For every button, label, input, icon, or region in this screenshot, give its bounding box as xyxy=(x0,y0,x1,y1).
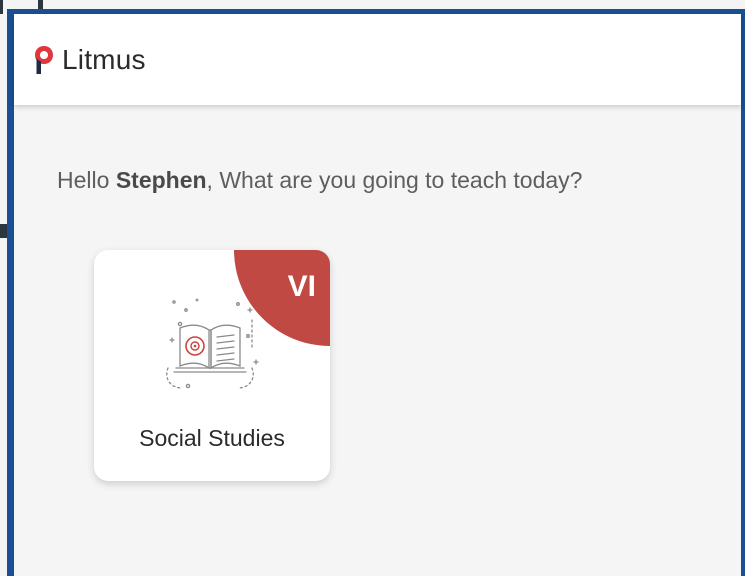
app-content: Litmus Hello Stephen, What are you going… xyxy=(14,14,741,576)
subject-card[interactable]: VI Social Studies xyxy=(94,250,330,481)
app-name: Litmus xyxy=(62,43,146,75)
litmus-logo-icon xyxy=(34,45,54,75)
window-border-left xyxy=(7,12,14,576)
top-header: Litmus xyxy=(14,14,741,105)
app-logo[interactable]: Litmus xyxy=(34,44,146,76)
window-border-right xyxy=(741,9,745,576)
grade-label: VI xyxy=(287,270,316,303)
user-name: Stephen xyxy=(115,167,207,193)
greeting-text: Hello Stephen, What are you going to tea… xyxy=(57,167,582,194)
open-book-icon xyxy=(160,290,260,394)
subject-name: Social Studies xyxy=(139,425,285,451)
greeting-suffix: , What are you going to teach today? xyxy=(206,167,583,193)
app-window: Litmus Hello Stephen, What are you going… xyxy=(0,0,745,576)
greeting-prefix: Hello xyxy=(57,167,116,193)
